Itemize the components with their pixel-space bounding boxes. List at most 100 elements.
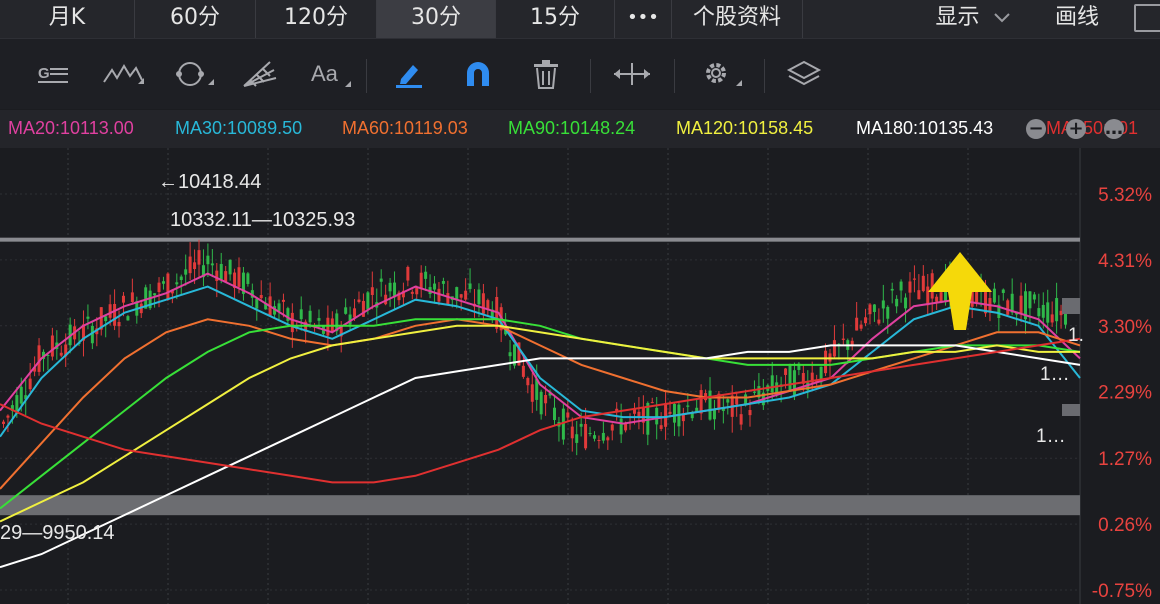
ma-minus-button[interactable]: − (1026, 119, 1046, 139)
candle-body (130, 292, 134, 302)
ma250-label: MA250:101 (1046, 118, 1139, 138)
more-tabs-button[interactable]: ••• (615, 0, 672, 38)
candle-body (108, 304, 112, 318)
ma90-label: MA90:10148.24 (508, 118, 636, 138)
candle-body (850, 340, 854, 345)
candle-body (281, 299, 285, 302)
candle-body (433, 283, 437, 290)
candle-body (832, 340, 836, 357)
candle-body (477, 289, 481, 305)
layers-icon[interactable] (778, 39, 830, 109)
tab-60min[interactable]: 60分 (135, 0, 256, 38)
candle-body (895, 298, 899, 307)
ma-plus-button[interactable]: + (1066, 119, 1086, 139)
settings-icon[interactable] (692, 39, 748, 109)
candle-body (117, 321, 121, 327)
candle-body (699, 390, 703, 414)
draw-line-button[interactable]: 画线 (1032, 0, 1122, 38)
candle-body (917, 290, 921, 300)
candle-body (570, 426, 574, 439)
high-price-label: ←10418.44 (158, 171, 261, 193)
gauge-text-icon[interactable]: G (28, 39, 78, 109)
candle-body (277, 303, 281, 312)
candle-body (86, 316, 90, 319)
tab-30min[interactable]: 30分 (377, 0, 496, 38)
ma-settings-button[interactable]: … (1104, 119, 1124, 139)
candle-body (672, 403, 676, 423)
candle-body (748, 410, 752, 416)
candle-body (410, 291, 414, 294)
candle-body (1019, 295, 1023, 314)
svg-text:G: G (38, 65, 50, 82)
right-tag-2-label: 1… (1040, 364, 1070, 385)
candle-body (441, 281, 445, 284)
candle-body (344, 307, 348, 314)
candle-body (752, 391, 756, 393)
candle-body (1028, 291, 1032, 309)
display-dropdown[interactable]: 显示 (918, 0, 1028, 38)
tab-stock-info[interactable]: 个股资料 (672, 0, 803, 38)
candle-body (50, 335, 54, 357)
candle-body (712, 409, 716, 420)
wave-icon[interactable] (96, 39, 152, 109)
kline-chart[interactable]: 5.32% 4.31% 3.30% 2.29% 1.27% 0.26% -0.75% ←10… (0, 148, 1160, 604)
candle-body (126, 316, 130, 321)
right-price-tag-1 (1062, 298, 1080, 314)
candle-body (784, 368, 788, 375)
yellow-up-arrow (928, 252, 992, 330)
y-tick-label: 1.27% (1098, 449, 1152, 470)
candle-body (579, 423, 583, 427)
trash-icon[interactable] (520, 39, 572, 109)
candle-body (224, 271, 228, 282)
candle-body (259, 294, 263, 299)
candle-body (744, 394, 748, 404)
y-tick-label: -0.75% (1092, 581, 1152, 602)
candle-body (872, 304, 876, 312)
candle-body (166, 273, 170, 300)
candle-body (908, 281, 912, 293)
magnet-icon[interactable] (452, 39, 504, 109)
cycle-icon[interactable] (164, 39, 220, 109)
timeframe-tab-bar: 月K 60分 120分 30分 15分 ••• 个股资料 显示 画线 (0, 0, 1160, 39)
candle-body (184, 269, 188, 275)
ma20-label: MA20:10113.00 (8, 118, 134, 138)
candle-body (855, 317, 859, 331)
candle-body (859, 324, 863, 329)
candle-body (539, 391, 543, 415)
candle-body (246, 273, 250, 284)
candle-body (788, 365, 792, 392)
candle-body (28, 378, 32, 390)
candle-body (406, 266, 410, 281)
candle-body (575, 434, 579, 443)
candle-body (290, 312, 294, 333)
y-axis: 5.32% 4.31% 3.30% 2.29% 1.27% 0.26% -0.75% (1092, 185, 1152, 602)
tab-120min[interactable]: 120分 (256, 0, 377, 38)
candle-body (419, 272, 423, 290)
right-tag-3-label: 1… (1036, 426, 1066, 447)
candle-body (606, 437, 610, 441)
candle-body (370, 287, 374, 295)
candle-body (886, 306, 890, 319)
candle-body (708, 390, 712, 420)
candle-body (584, 424, 588, 449)
candle-body (544, 395, 548, 404)
tab-15min[interactable]: 15分 (496, 0, 615, 38)
candle-body (1041, 304, 1045, 318)
tab-monthly[interactable]: 月K (0, 0, 135, 38)
chart-grid (0, 148, 1081, 604)
candle-body (904, 297, 908, 309)
candle-body (379, 278, 383, 282)
candle-body (1046, 302, 1050, 323)
fibonacci-fan-icon[interactable] (232, 39, 288, 109)
candle-body (113, 303, 117, 326)
candle-body (592, 435, 596, 439)
candle-body (210, 263, 214, 266)
y-tick-label: 2.29% (1098, 383, 1152, 404)
panel-icon[interactable] (1134, 4, 1160, 32)
candle-body (197, 250, 201, 265)
candle-body (841, 338, 845, 340)
text-tool-icon[interactable]: Aa (298, 39, 358, 109)
pen-icon[interactable] (384, 39, 434, 109)
candle-body (317, 318, 321, 321)
horizontal-arrows-icon[interactable] (606, 39, 658, 109)
